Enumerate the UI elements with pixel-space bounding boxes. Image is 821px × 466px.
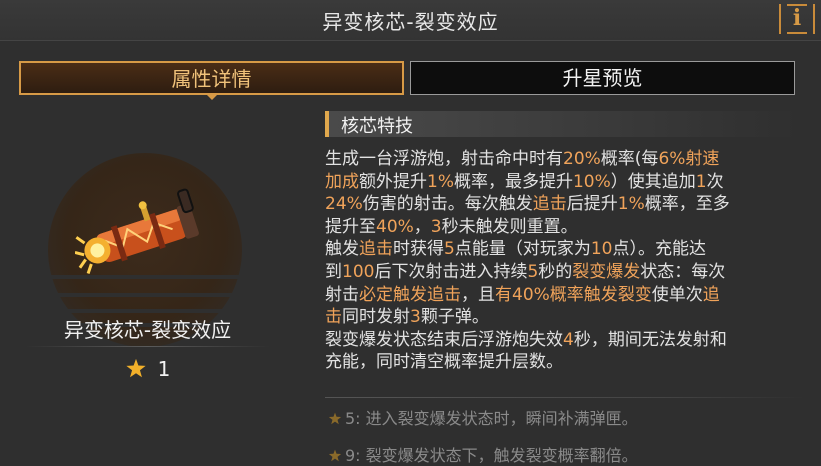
- description-text: ，: [413, 216, 431, 237]
- star-icon: [328, 449, 342, 462]
- description-text: 秒未触发则重置。: [441, 216, 578, 237]
- highlight-text: 必定触发追击: [359, 284, 461, 305]
- highlight-text: 有40%概率触发裂变: [495, 284, 652, 305]
- highlight-text: 追击: [532, 194, 567, 215]
- description-line: 24%伤害的射击。每次触发追击后提升1%概率，至多: [325, 193, 805, 216]
- title-bar: 异变核芯-裂变效应 i: [0, 0, 821, 41]
- description-line: 触发追击时获得5点能量（对玩家为10点）。充能达: [325, 238, 805, 261]
- tab-label: 升星预览: [562, 66, 643, 90]
- highlight-text: 20%: [563, 149, 601, 169]
- description-text: 次: [706, 171, 724, 192]
- description-text: 触发: [325, 239, 359, 260]
- description-text: 使单次: [651, 284, 703, 305]
- description-text: 点能量（对玩家为: [454, 239, 591, 260]
- highlight-text: 加成: [325, 171, 359, 192]
- description-text: 额外提升: [359, 171, 427, 192]
- highlight-text: 击: [325, 307, 342, 328]
- highlight-text: 10%: [572, 171, 611, 192]
- skill-description: 生成一台浮游炮，射击命中时有20%概率(每6%射速 加成额外提升1%概率，最多提升…: [325, 148, 805, 374]
- highlight-text: 1: [695, 171, 707, 192]
- description-text: ，且: [461, 284, 495, 305]
- description-text: 到: [325, 261, 342, 282]
- description-line: 提升至40%，3秒未触发则重置。: [325, 216, 805, 239]
- description-text: 射击: [325, 284, 359, 305]
- star-note: 5: 进入裂变爆发状态时，瞬间补满弹匣。: [328, 405, 638, 429]
- highlight-text: 24%: [325, 194, 363, 215]
- highlight-text: 3: [410, 307, 421, 328]
- page-title: 异变核芯-裂变效应: [322, 10, 499, 34]
- description-line: 到100后下次射击进入持续5秒的裂变爆发状态：每次: [325, 261, 805, 284]
- divider: [325, 397, 805, 398]
- description-line: 击同时发射3颗子弹。: [325, 306, 805, 329]
- highlight-text: 裂变爆发: [572, 261, 641, 282]
- description-text: 生成一台浮游炮，射击命中时有: [325, 149, 563, 169]
- description-text: 颗子弹。: [420, 307, 489, 328]
- description-text: 后下次射击进入持续: [374, 261, 528, 282]
- description-line: 加成额外提升1%概率，最多提升10%）使其追加1次: [325, 171, 805, 194]
- highlight-text: 40%: [376, 216, 414, 237]
- highlight-text: 5: [527, 261, 539, 282]
- description-line: 生成一台浮游炮，射击命中时有20%概率(每6%射速: [325, 148, 805, 171]
- star-icon: [125, 358, 146, 378]
- description-text: 点）。充能达: [612, 239, 706, 260]
- info-button[interactable]: i: [779, 4, 815, 34]
- star-note-text: 9: 裂变爆发状态下，触发裂变概率翻倍。: [345, 446, 638, 465]
- description-text: 概率(每: [600, 149, 659, 169]
- description-text: 后提升: [566, 194, 618, 215]
- highlight-text: 100: [342, 261, 375, 282]
- description-text: 裂变爆发状态结束后浮游炮失效: [325, 329, 563, 350]
- description-text: 伤害的射击。每次触发: [362, 194, 533, 215]
- section-heading-label: 核芯特技: [341, 116, 413, 137]
- highlight-text: 10: [590, 239, 613, 260]
- star-note: 9: 裂变爆发状态下，触发裂变概率翻倍。: [328, 442, 638, 466]
- description-text: 充能，同时清空概率提升层数。: [325, 352, 563, 373]
- highlight-text: 4: [563, 329, 574, 350]
- highlight-text: 5: [444, 239, 455, 260]
- floating-cannon-icon: [75, 188, 199, 274]
- description-line: 充能，同时清空概率提升层数。: [325, 351, 805, 374]
- highlight-text: 追: [702, 284, 720, 305]
- highlight-text: 追击: [359, 239, 393, 260]
- active-tab-caret-icon: [205, 94, 218, 100]
- star-icon: [328, 412, 342, 425]
- description-text: 概率，最多提升: [453, 171, 573, 192]
- description-text: 秒的: [538, 261, 573, 282]
- divider: [25, 346, 270, 347]
- description-text: 秒，期间无法发射和: [573, 329, 727, 350]
- description-text: 提升至: [325, 216, 376, 237]
- description-text: 时获得: [393, 239, 444, 260]
- info-icon: i: [792, 5, 802, 31]
- description-text: 同时发射: [342, 307, 410, 328]
- star-note-text: 5: 进入裂变爆发状态时，瞬间补满弹匣。: [345, 409, 638, 428]
- tab-attribute-details[interactable]: 属性详情: [19, 61, 404, 100]
- highlight-text: 1%: [427, 171, 454, 192]
- highlight-text: 1%: [617, 194, 645, 215]
- highlight-text: 3: [430, 216, 442, 237]
- highlight-text: 6%射速: [658, 149, 720, 169]
- description-line: 裂变爆发状态结束后浮游炮失效4秒，期间无法发射和: [325, 329, 805, 352]
- core-name: 异变核芯-裂变效应: [63, 318, 232, 342]
- star-count: 1: [157, 357, 171, 381]
- star-level: 1: [25, 357, 270, 385]
- description-line: 射击必定触发追击，且有40%概率触发裂变使单次追: [325, 284, 805, 307]
- description-text: 状态：每次: [640, 261, 726, 282]
- description-text: 概率，至多: [644, 194, 730, 215]
- tab-label: 属性详情: [171, 67, 252, 91]
- description-text: ）使其追加: [610, 171, 696, 192]
- tab-star-upgrade-preview[interactable]: 升星预览: [410, 61, 795, 95]
- section-heading: 核芯特技: [325, 111, 797, 137]
